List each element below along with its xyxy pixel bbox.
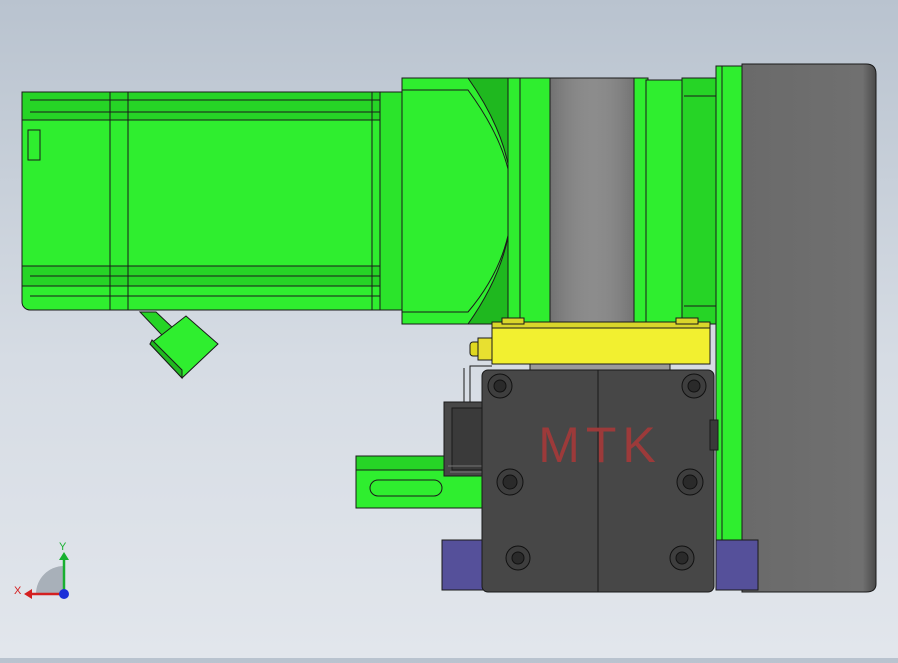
left-end-plate xyxy=(441,539,485,591)
cad-viewport[interactable]: MTK Y X xyxy=(0,0,898,658)
coordinate-triad[interactable]: Y X xyxy=(14,541,69,599)
slider-block[interactable]: MTK xyxy=(481,369,719,593)
motor-top-fin xyxy=(21,91,405,121)
base-plate xyxy=(741,63,877,593)
x-axis-label: X xyxy=(14,585,22,597)
servo-motor[interactable] xyxy=(21,91,405,311)
y-axis-label: Y xyxy=(59,541,67,553)
reducer-housing[interactable] xyxy=(401,77,717,325)
green-spacer-plate xyxy=(715,65,745,591)
x-arrow-icon xyxy=(24,589,32,599)
keyway xyxy=(369,479,443,497)
z-axis-dot xyxy=(59,589,69,599)
right-end-plate xyxy=(715,539,759,591)
bearing-seat xyxy=(645,79,685,323)
brand-logo: MTK xyxy=(538,417,662,473)
mounting-plate[interactable] xyxy=(715,63,877,593)
linear-rail[interactable] xyxy=(469,317,711,371)
y-arrow-icon xyxy=(59,552,69,560)
triad-plane xyxy=(36,566,64,594)
adapter-ring xyxy=(507,77,553,325)
cable-connector[interactable] xyxy=(138,311,219,380)
motor-end-cap-slot xyxy=(27,129,41,161)
motor-collar xyxy=(379,91,405,311)
assembly-drawing: MTK Y X xyxy=(14,63,877,599)
gear-rack xyxy=(443,401,485,477)
